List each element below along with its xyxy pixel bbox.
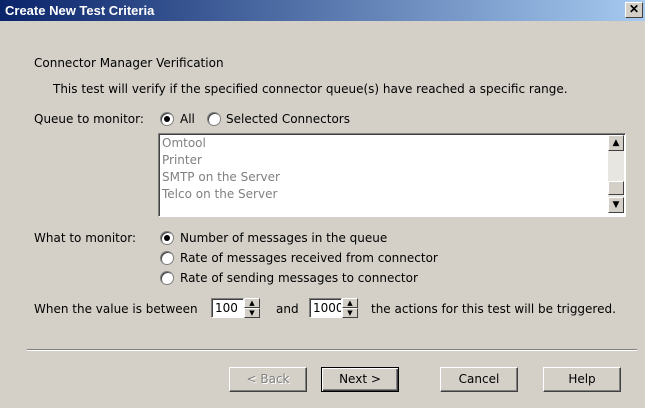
max-value-input[interactable]: 10000 [309,298,342,318]
divider [27,349,637,351]
monitor-label: What to monitor: [34,231,136,245]
radio-all[interactable] [160,112,174,126]
arrow-up-icon: ▲ [612,138,620,148]
cancel-button[interactable]: Cancel [440,367,518,392]
next-button[interactable]: Next > [321,367,399,392]
help-button[interactable]: Help [543,367,621,392]
radio-selected-connectors-label[interactable]: Selected Connectors [226,112,350,126]
cancel-button-label: Cancel [458,372,500,386]
spin-up-icon[interactable]: ▲ [244,298,260,308]
min-value-spin-buttons[interactable]: ▲ ▼ [244,298,260,318]
scroll-up-button[interactable]: ▲ [608,135,624,151]
back-button[interactable]: < Back [229,367,307,392]
min-value-input[interactable]: 100 [211,298,244,318]
window-title: Create New Test Criteria [5,3,155,18]
radio-number-of-messages-label[interactable]: Number of messages in the queue [180,231,387,245]
spin-up-icon[interactable]: ▲ [342,298,358,308]
close-button[interactable]: ✕ [625,2,643,18]
radio-rate-received-label[interactable]: Rate of messages received from connector [180,251,438,265]
max-value-stepper[interactable]: 10000 ▲ ▼ [309,298,359,318]
spin-down-icon[interactable]: ▼ [244,308,260,318]
arrow-down-icon: ▼ [612,200,620,210]
list-item[interactable]: Telco on the Server [162,187,280,204]
radio-all-label[interactable]: All [180,112,195,126]
radio-selected-connectors[interactable] [207,112,221,126]
connector-list: Omtool Printer SMTP on the Server Telco … [162,136,280,204]
test-description: This test will verify if the specified c… [53,82,568,96]
max-value-spin-buttons[interactable]: ▲ ▼ [342,298,358,318]
help-button-label: Help [568,372,596,386]
list-item[interactable]: Printer [162,153,280,170]
range-and-label: and [276,302,299,316]
radio-rate-received[interactable] [160,251,174,265]
section-title: Connector Manager Verification [34,56,224,70]
close-icon: ✕ [628,2,640,16]
title-bar: Create New Test Criteria ✕ [0,0,645,21]
radio-rate-sending-label[interactable]: Rate of sending messages to connector [180,271,418,285]
range-prefix-label: When the value is between [34,302,198,316]
listbox-scrollbar[interactable]: ▲ ▼ [608,135,624,213]
list-item[interactable]: SMTP on the Server [162,170,280,187]
queue-label: Queue to monitor: [34,112,144,126]
list-item[interactable]: Omtool [162,136,280,153]
scroll-thumb[interactable] [608,181,624,195]
range-suffix-label: the actions for this test will be trigge… [371,302,616,316]
spin-down-icon[interactable]: ▼ [342,308,358,318]
min-value-stepper[interactable]: 100 ▲ ▼ [211,298,261,318]
connector-listbox[interactable]: Omtool Printer SMTP on the Server Telco … [158,133,626,217]
back-button-label: < Back [246,372,290,386]
next-button-label: Next > [339,372,381,386]
radio-rate-sending[interactable] [160,271,174,285]
scroll-down-button[interactable]: ▼ [608,197,624,213]
radio-number-of-messages[interactable] [160,231,174,245]
